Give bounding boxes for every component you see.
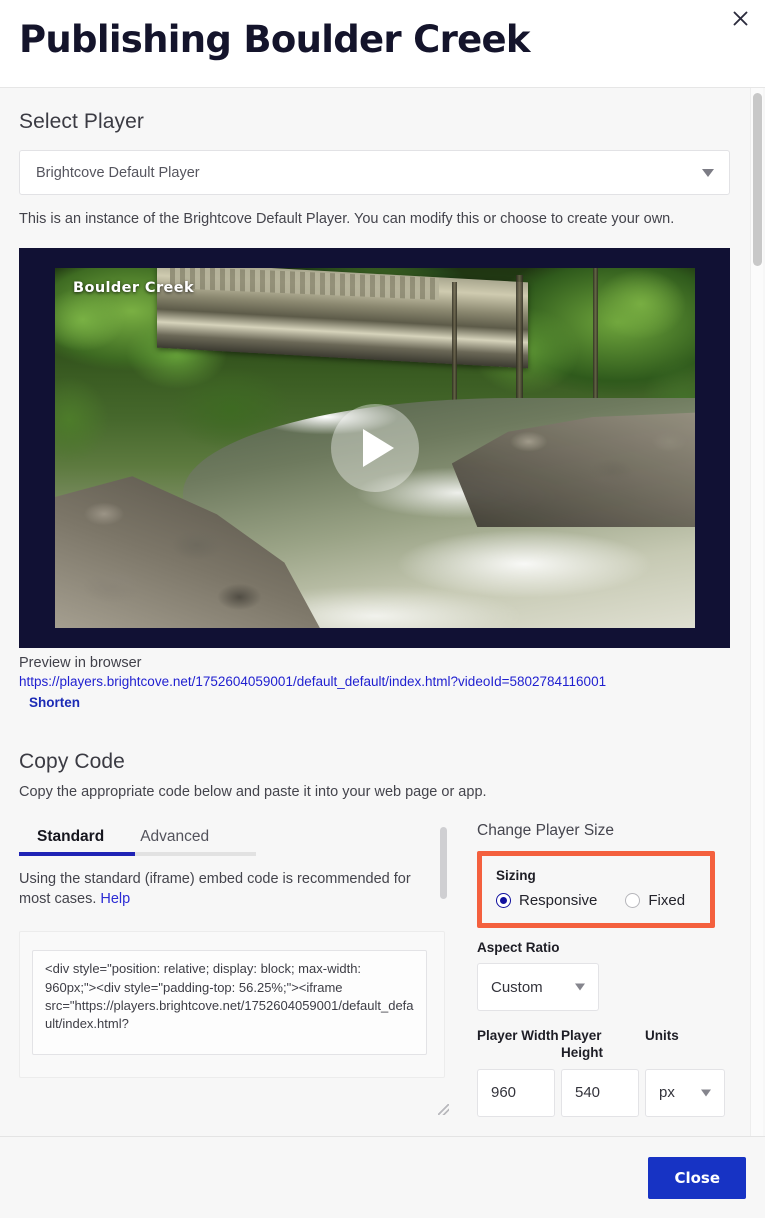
radio-responsive-label: Responsive: [519, 892, 598, 909]
dimension-inputs: 960 540 px: [477, 1068, 729, 1117]
publishing-modal: Publishing Boulder Creek Select Player B…: [0, 0, 765, 1218]
radio-fixed-label: Fixed: [648, 892, 686, 909]
chevron-down-icon: [701, 1089, 711, 1097]
embed-code-column: Standard Advanced Using the standard (if…: [19, 822, 451, 1117]
select-player-heading: Select Player: [19, 110, 145, 133]
change-player-size-column: Change Player Size Sizing Responsive Fix…: [475, 822, 763, 1136]
player-description: This is an instance of the Brightcove De…: [19, 211, 675, 227]
aspect-ratio-value: Custom: [491, 978, 543, 996]
tab-description: Using the standard (iframe) embed code i…: [19, 870, 443, 909]
play-triangle-icon: [363, 429, 394, 467]
tab-standard[interactable]: Standard: [19, 828, 122, 852]
radio-responsive[interactable]: Responsive: [496, 892, 597, 909]
chevron-down-icon: [702, 168, 714, 177]
preview-url-link[interactable]: https://players.brightcove.net/175260405…: [19, 674, 729, 689]
player-height-label: Player Height: [561, 1028, 603, 1060]
player-select-dropdown[interactable]: Brightcove Default Player: [19, 150, 730, 195]
close-button[interactable]: Close: [648, 1156, 746, 1199]
play-button[interactable]: [331, 404, 419, 492]
copy-code-section: Copy Code Copy the appropriate code belo…: [19, 750, 763, 1136]
modal-header: Publishing Boulder Creek: [0, 0, 765, 88]
modal-scrollbar-track[interactable]: [750, 88, 763, 1136]
close-x-icon[interactable]: [727, 5, 753, 31]
sizing-highlight-box: Sizing Responsive Fixed: [477, 851, 715, 928]
modal-footer: Close: [0, 1136, 765, 1218]
radio-fixed[interactable]: Fixed: [625, 892, 685, 909]
sizing-radio-group: Responsive Fixed: [496, 892, 698, 909]
dimension-labels: Player Width Player Height Units: [477, 1028, 729, 1062]
chevron-down-icon: [575, 983, 585, 991]
help-link[interactable]: Help: [100, 891, 130, 907]
modal-scroll-body: Select Player Brightcove Default Player …: [0, 88, 765, 1136]
embed-code-scrollbar[interactable]: [440, 827, 447, 899]
change-player-size-heading: Change Player Size: [477, 822, 614, 839]
textarea-resize-handle[interactable]: [438, 1103, 449, 1115]
modal-scrollbar-thumb[interactable]: [753, 93, 762, 266]
preview-in-browser-label: Preview in browser: [19, 655, 142, 671]
tab-underline: [19, 852, 256, 856]
aspect-ratio-label: Aspect Ratio: [477, 940, 560, 955]
player-select-value: Brightcove Default Player: [36, 164, 200, 181]
embed-code-card: <div style="position: relative; display:…: [19, 827, 449, 1115]
player-height-input[interactable]: 540: [561, 1068, 639, 1117]
units-select[interactable]: px: [645, 1068, 725, 1117]
player-width-input[interactable]: 960: [477, 1068, 555, 1117]
copy-code-heading: Copy Code: [19, 750, 125, 773]
copy-code-description: Copy the appropriate code below and past…: [19, 784, 487, 800]
video-stage: Boulder Creek: [55, 268, 695, 628]
units-label: Units: [645, 1028, 679, 1043]
shorten-link[interactable]: Shorten: [29, 695, 80, 710]
page-title: Publishing Boulder Creek: [19, 18, 531, 61]
units-value: px: [659, 1084, 675, 1102]
sizing-label: Sizing: [496, 868, 536, 883]
tab-description-text: Using the standard (iframe) embed code i…: [19, 871, 411, 907]
video-title-overlay: Boulder Creek: [73, 280, 195, 296]
tab-active-indicator: [19, 852, 135, 856]
aspect-ratio-select[interactable]: Custom: [477, 963, 599, 1011]
tab-advanced[interactable]: Advanced: [122, 828, 227, 852]
radio-responsive-indicator[interactable]: [496, 893, 511, 908]
video-player[interactable]: Boulder Creek: [19, 248, 730, 648]
embed-code-textarea[interactable]: <div style="position: relative; display:…: [32, 950, 427, 1056]
embed-code-tabs: Standard Advanced: [19, 822, 451, 852]
radio-fixed-indicator[interactable]: [625, 893, 641, 908]
player-width-label: Player Width: [477, 1028, 559, 1043]
